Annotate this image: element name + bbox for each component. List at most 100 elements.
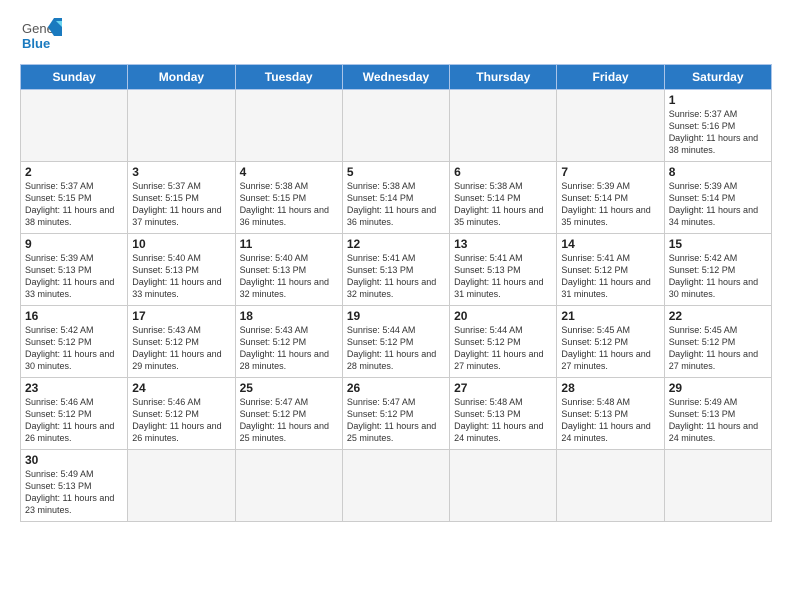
cell-sun-info: Sunrise: 5:39 AMSunset: 5:14 PMDaylight:… — [561, 180, 659, 229]
calendar-cell — [557, 90, 664, 162]
calendar-cell: 9Sunrise: 5:39 AMSunset: 5:13 PMDaylight… — [21, 234, 128, 306]
cell-sun-info: Sunrise: 5:41 AMSunset: 5:13 PMDaylight:… — [454, 252, 552, 301]
cell-sun-info: Sunrise: 5:42 AMSunset: 5:12 PMDaylight:… — [25, 324, 123, 373]
day-number: 19 — [347, 309, 445, 323]
logo: General Blue — [20, 16, 62, 58]
cell-sun-info: Sunrise: 5:37 AMSunset: 5:16 PMDaylight:… — [669, 108, 767, 157]
weekday-header-row: SundayMondayTuesdayWednesdayThursdayFrid… — [21, 65, 772, 90]
calendar-cell: 13Sunrise: 5:41 AMSunset: 5:13 PMDayligh… — [450, 234, 557, 306]
calendar-cell — [21, 90, 128, 162]
day-number: 28 — [561, 381, 659, 395]
day-number: 23 — [25, 381, 123, 395]
calendar-cell: 18Sunrise: 5:43 AMSunset: 5:12 PMDayligh… — [235, 306, 342, 378]
weekday-header-thursday: Thursday — [450, 65, 557, 90]
day-number: 7 — [561, 165, 659, 179]
calendar-cell: 2Sunrise: 5:37 AMSunset: 5:15 PMDaylight… — [21, 162, 128, 234]
day-number: 12 — [347, 237, 445, 251]
calendar-cell: 22Sunrise: 5:45 AMSunset: 5:12 PMDayligh… — [664, 306, 771, 378]
day-number: 16 — [25, 309, 123, 323]
cell-sun-info: Sunrise: 5:42 AMSunset: 5:12 PMDaylight:… — [669, 252, 767, 301]
calendar-cell: 19Sunrise: 5:44 AMSunset: 5:12 PMDayligh… — [342, 306, 449, 378]
cell-sun-info: Sunrise: 5:47 AMSunset: 5:12 PMDaylight:… — [347, 396, 445, 445]
calendar-cell: 24Sunrise: 5:46 AMSunset: 5:12 PMDayligh… — [128, 378, 235, 450]
cell-sun-info: Sunrise: 5:44 AMSunset: 5:12 PMDaylight:… — [454, 324, 552, 373]
cell-sun-info: Sunrise: 5:47 AMSunset: 5:12 PMDaylight:… — [240, 396, 338, 445]
calendar-cell: 23Sunrise: 5:46 AMSunset: 5:12 PMDayligh… — [21, 378, 128, 450]
cell-sun-info: Sunrise: 5:46 AMSunset: 5:12 PMDaylight:… — [132, 396, 230, 445]
calendar-cell: 1Sunrise: 5:37 AMSunset: 5:16 PMDaylight… — [664, 90, 771, 162]
day-number: 27 — [454, 381, 552, 395]
day-number: 26 — [347, 381, 445, 395]
weekday-header-tuesday: Tuesday — [235, 65, 342, 90]
cell-sun-info: Sunrise: 5:49 AMSunset: 5:13 PMDaylight:… — [669, 396, 767, 445]
calendar-cell — [450, 450, 557, 522]
calendar-cell: 25Sunrise: 5:47 AMSunset: 5:12 PMDayligh… — [235, 378, 342, 450]
calendar-cell: 30Sunrise: 5:49 AMSunset: 5:13 PMDayligh… — [21, 450, 128, 522]
calendar-week-row: 23Sunrise: 5:46 AMSunset: 5:12 PMDayligh… — [21, 378, 772, 450]
day-number: 30 — [25, 453, 123, 467]
day-number: 18 — [240, 309, 338, 323]
cell-sun-info: Sunrise: 5:45 AMSunset: 5:12 PMDaylight:… — [669, 324, 767, 373]
calendar-cell: 8Sunrise: 5:39 AMSunset: 5:14 PMDaylight… — [664, 162, 771, 234]
calendar-cell: 6Sunrise: 5:38 AMSunset: 5:14 PMDaylight… — [450, 162, 557, 234]
calendar-week-row: 2Sunrise: 5:37 AMSunset: 5:15 PMDaylight… — [21, 162, 772, 234]
day-number: 14 — [561, 237, 659, 251]
cell-sun-info: Sunrise: 5:39 AMSunset: 5:14 PMDaylight:… — [669, 180, 767, 229]
page: General Blue SundayMondayTuesdayWednesda… — [0, 0, 792, 532]
calendar-cell — [128, 450, 235, 522]
day-number: 5 — [347, 165, 445, 179]
day-number: 3 — [132, 165, 230, 179]
calendar-cell: 26Sunrise: 5:47 AMSunset: 5:12 PMDayligh… — [342, 378, 449, 450]
cell-sun-info: Sunrise: 5:37 AMSunset: 5:15 PMDaylight:… — [25, 180, 123, 229]
cell-sun-info: Sunrise: 5:48 AMSunset: 5:13 PMDaylight:… — [454, 396, 552, 445]
calendar-cell — [450, 90, 557, 162]
calendar-cell: 12Sunrise: 5:41 AMSunset: 5:13 PMDayligh… — [342, 234, 449, 306]
cell-sun-info: Sunrise: 5:43 AMSunset: 5:12 PMDaylight:… — [240, 324, 338, 373]
day-number: 17 — [132, 309, 230, 323]
cell-sun-info: Sunrise: 5:43 AMSunset: 5:12 PMDaylight:… — [132, 324, 230, 373]
cell-sun-info: Sunrise: 5:38 AMSunset: 5:14 PMDaylight:… — [454, 180, 552, 229]
cell-sun-info: Sunrise: 5:41 AMSunset: 5:12 PMDaylight:… — [561, 252, 659, 301]
day-number: 4 — [240, 165, 338, 179]
cell-sun-info: Sunrise: 5:49 AMSunset: 5:13 PMDaylight:… — [25, 468, 123, 517]
calendar-cell: 20Sunrise: 5:44 AMSunset: 5:12 PMDayligh… — [450, 306, 557, 378]
calendar-cell — [557, 450, 664, 522]
calendar-cell: 10Sunrise: 5:40 AMSunset: 5:13 PMDayligh… — [128, 234, 235, 306]
calendar-cell — [664, 450, 771, 522]
cell-sun-info: Sunrise: 5:46 AMSunset: 5:12 PMDaylight:… — [25, 396, 123, 445]
day-number: 9 — [25, 237, 123, 251]
calendar-cell — [342, 90, 449, 162]
calendar-cell — [342, 450, 449, 522]
calendar-cell: 16Sunrise: 5:42 AMSunset: 5:12 PMDayligh… — [21, 306, 128, 378]
calendar-cell — [235, 450, 342, 522]
svg-text:Blue: Blue — [22, 36, 50, 51]
calendar-cell: 3Sunrise: 5:37 AMSunset: 5:15 PMDaylight… — [128, 162, 235, 234]
day-number: 13 — [454, 237, 552, 251]
calendar-cell: 4Sunrise: 5:38 AMSunset: 5:15 PMDaylight… — [235, 162, 342, 234]
calendar-cell: 27Sunrise: 5:48 AMSunset: 5:13 PMDayligh… — [450, 378, 557, 450]
day-number: 2 — [25, 165, 123, 179]
cell-sun-info: Sunrise: 5:40 AMSunset: 5:13 PMDaylight:… — [132, 252, 230, 301]
logo-icon: General Blue — [20, 16, 62, 58]
cell-sun-info: Sunrise: 5:45 AMSunset: 5:12 PMDaylight:… — [561, 324, 659, 373]
calendar-table: SundayMondayTuesdayWednesdayThursdayFrid… — [20, 64, 772, 522]
cell-sun-info: Sunrise: 5:39 AMSunset: 5:13 PMDaylight:… — [25, 252, 123, 301]
calendar-cell: 5Sunrise: 5:38 AMSunset: 5:14 PMDaylight… — [342, 162, 449, 234]
weekday-header-monday: Monday — [128, 65, 235, 90]
cell-sun-info: Sunrise: 5:40 AMSunset: 5:13 PMDaylight:… — [240, 252, 338, 301]
calendar-cell — [235, 90, 342, 162]
cell-sun-info: Sunrise: 5:44 AMSunset: 5:12 PMDaylight:… — [347, 324, 445, 373]
calendar-week-row: 9Sunrise: 5:39 AMSunset: 5:13 PMDaylight… — [21, 234, 772, 306]
day-number: 22 — [669, 309, 767, 323]
calendar-week-row: 1Sunrise: 5:37 AMSunset: 5:16 PMDaylight… — [21, 90, 772, 162]
day-number: 20 — [454, 309, 552, 323]
calendar-cell: 15Sunrise: 5:42 AMSunset: 5:12 PMDayligh… — [664, 234, 771, 306]
cell-sun-info: Sunrise: 5:38 AMSunset: 5:15 PMDaylight:… — [240, 180, 338, 229]
header: General Blue — [20, 16, 772, 58]
day-number: 6 — [454, 165, 552, 179]
calendar-week-row: 30Sunrise: 5:49 AMSunset: 5:13 PMDayligh… — [21, 450, 772, 522]
day-number: 15 — [669, 237, 767, 251]
cell-sun-info: Sunrise: 5:41 AMSunset: 5:13 PMDaylight:… — [347, 252, 445, 301]
calendar-cell: 7Sunrise: 5:39 AMSunset: 5:14 PMDaylight… — [557, 162, 664, 234]
day-number: 8 — [669, 165, 767, 179]
